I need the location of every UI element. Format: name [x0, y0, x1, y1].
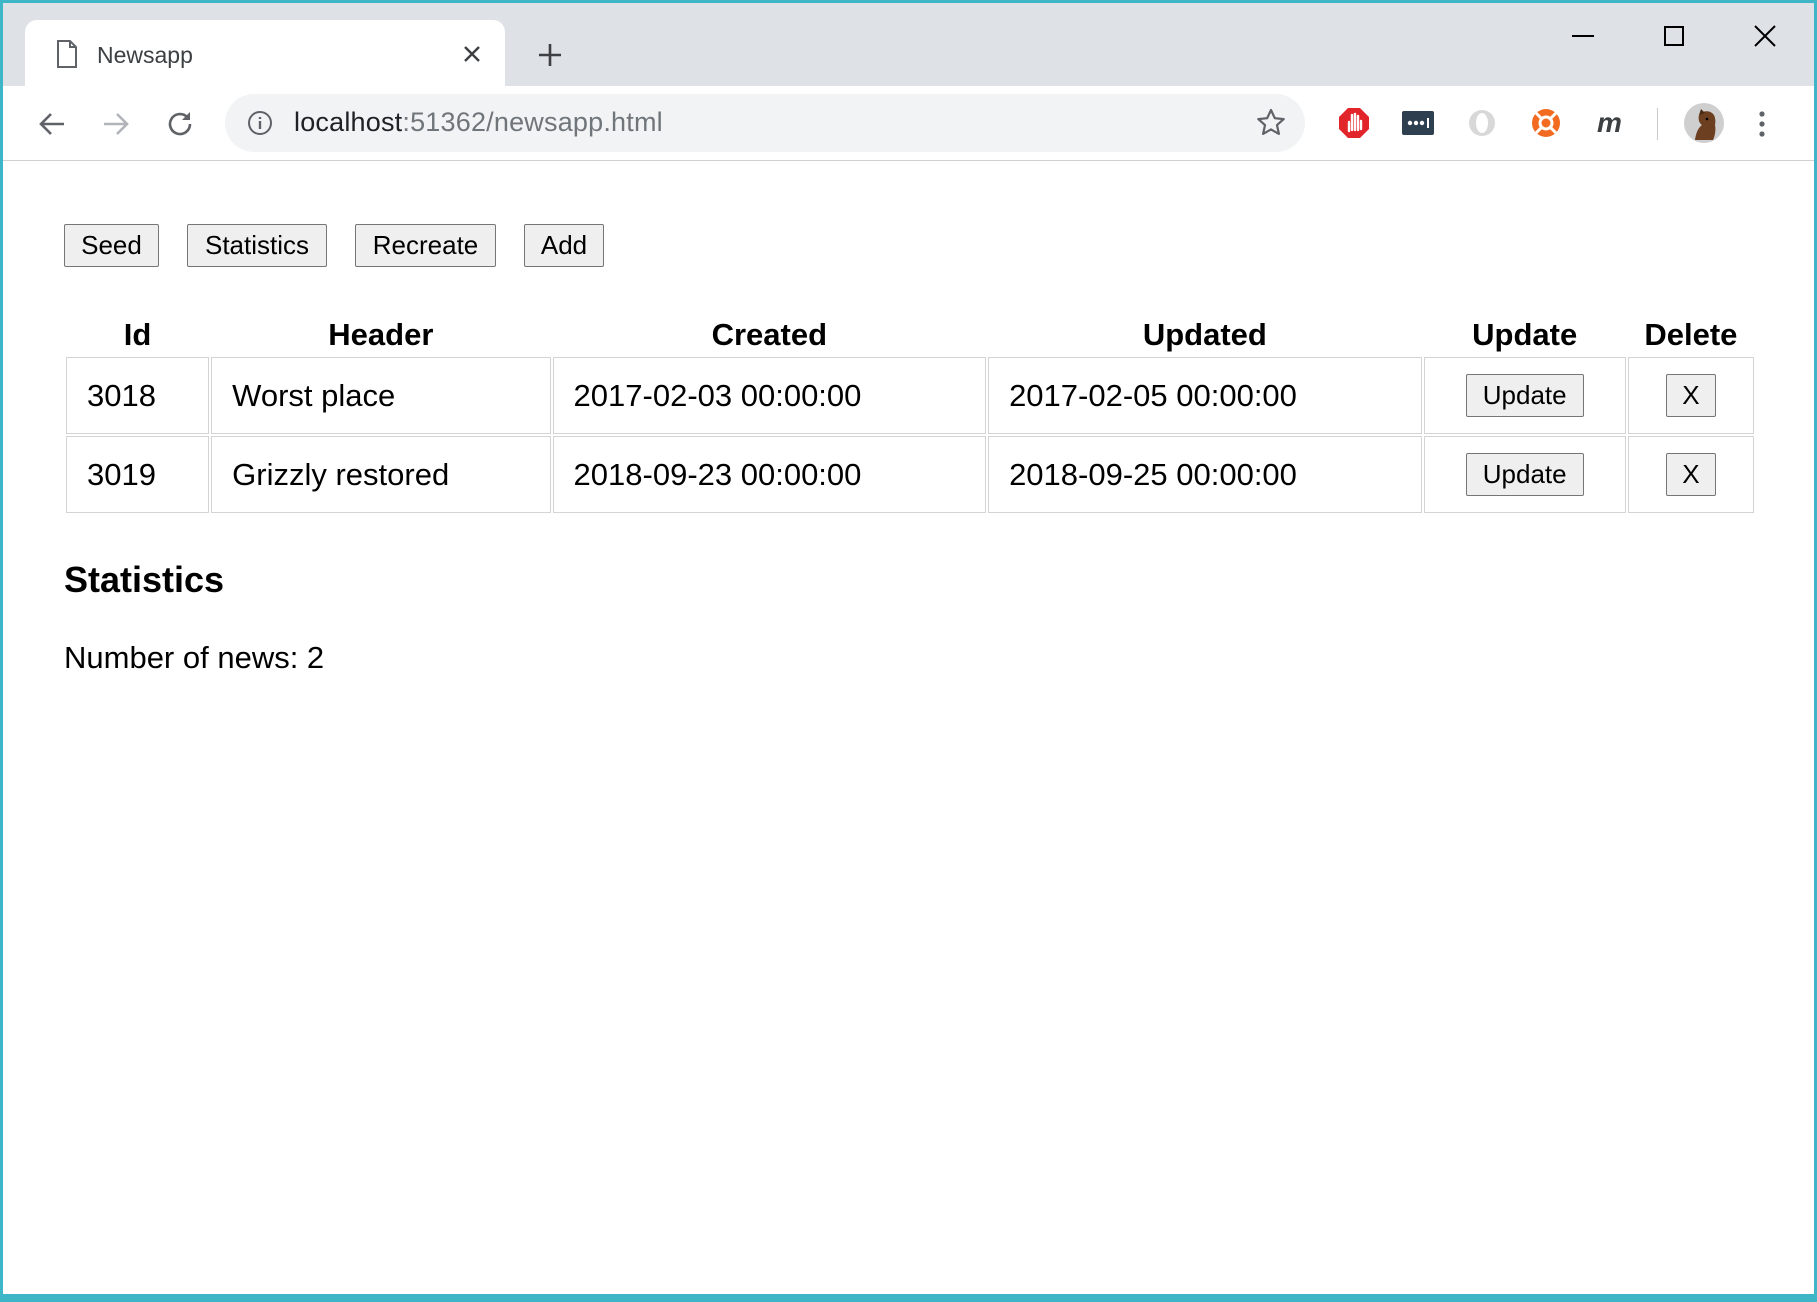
cell-update: Update: [1423, 436, 1626, 513]
profile-avatar[interactable]: [1683, 102, 1725, 144]
cell-delete: X: [1627, 357, 1754, 434]
cell-header: Worst place: [211, 357, 551, 434]
column-header-updated: Updated: [1142, 317, 1267, 352]
menu-icon[interactable]: [1755, 108, 1769, 140]
column-header-update: Update: [1472, 317, 1578, 352]
column-header-created: Created: [711, 317, 828, 352]
recreate-button[interactable]: Recreate: [355, 224, 496, 267]
column-header-header: Header: [328, 317, 434, 352]
password-extension-icon[interactable]: [1401, 106, 1435, 140]
tab-title: Newsapp: [97, 42, 193, 68]
close-tab-icon[interactable]: [462, 44, 482, 64]
minimize-icon[interactable]: [1566, 19, 1600, 53]
cell-delete: X: [1627, 436, 1754, 513]
browser-window: Newsapp localhost:51362/newsapp.html m S…: [3, 3, 1814, 1294]
cell-updated: 2017-02-05 00:00:00: [988, 357, 1422, 434]
page-content: Seed Statistics Recreate Add Id Header C…: [3, 161, 1814, 1294]
help-extension-icon[interactable]: [1529, 106, 1563, 140]
cell-updated: 2018-09-25 00:00:00: [988, 436, 1422, 513]
url-host: localhost: [294, 107, 403, 137]
table-row: 3019 Grizzly restored 2018-09-23 00:00:0…: [66, 436, 1754, 513]
bookmark-star-icon[interactable]: [1255, 107, 1287, 139]
address-bar[interactable]: localhost:51362/newsapp.html: [225, 94, 1305, 152]
url-path: :51362/newsapp.html: [402, 107, 663, 137]
toolbar-separator: [1657, 108, 1658, 140]
new-tab-icon[interactable]: [536, 41, 564, 69]
cell-created: 2018-09-23 00:00:00: [552, 436, 987, 513]
statistics-heading: Statistics: [64, 559, 225, 600]
delete-button[interactable]: X: [1665, 374, 1716, 417]
opera-extension-icon[interactable]: [1465, 106, 1499, 140]
cell-id: 3018: [66, 357, 210, 434]
maximize-icon[interactable]: [1657, 19, 1691, 53]
cell-created: 2017-02-03 00:00:00: [552, 357, 987, 434]
statistics-button[interactable]: Statistics: [187, 224, 327, 267]
column-header-id: Id: [123, 317, 152, 352]
news-table: Id Header Created Updated Update Delete …: [64, 313, 1756, 515]
close-window-icon[interactable]: [1748, 19, 1782, 53]
news-count-text: Number of news: 2: [64, 640, 325, 675]
cell-update: Update: [1423, 357, 1626, 434]
seed-button[interactable]: Seed: [64, 224, 159, 267]
delete-button[interactable]: X: [1665, 453, 1716, 496]
info-icon[interactable]: [247, 110, 273, 136]
svg-text:m: m: [1597, 107, 1622, 138]
document-icon: [57, 40, 77, 68]
tab-strip: Newsapp: [3, 3, 1814, 86]
tab-newsapp[interactable]: Newsapp: [25, 20, 505, 86]
update-button[interactable]: Update: [1465, 374, 1584, 417]
back-icon[interactable]: [36, 108, 68, 140]
forward-icon[interactable]: [100, 108, 132, 140]
reload-icon[interactable]: [164, 108, 196, 140]
adblock-extension-icon[interactable]: [1337, 106, 1371, 140]
update-button[interactable]: Update: [1465, 453, 1584, 496]
url-text[interactable]: localhost:51362/newsapp.html: [294, 107, 663, 138]
browser-toolbar: localhost:51362/newsapp.html m: [3, 86, 1814, 161]
cell-id: 3019: [66, 436, 210, 513]
table-row: 3018 Worst place 2017-02-03 00:00:00 201…: [66, 357, 1754, 434]
table-header-row: Id Header Created Updated Update Delete: [66, 315, 1754, 355]
column-header-delete: Delete: [1644, 317, 1738, 352]
add-button[interactable]: Add: [524, 224, 604, 267]
cell-header: Grizzly restored: [211, 436, 551, 513]
m-extension-icon[interactable]: m: [1593, 106, 1627, 140]
